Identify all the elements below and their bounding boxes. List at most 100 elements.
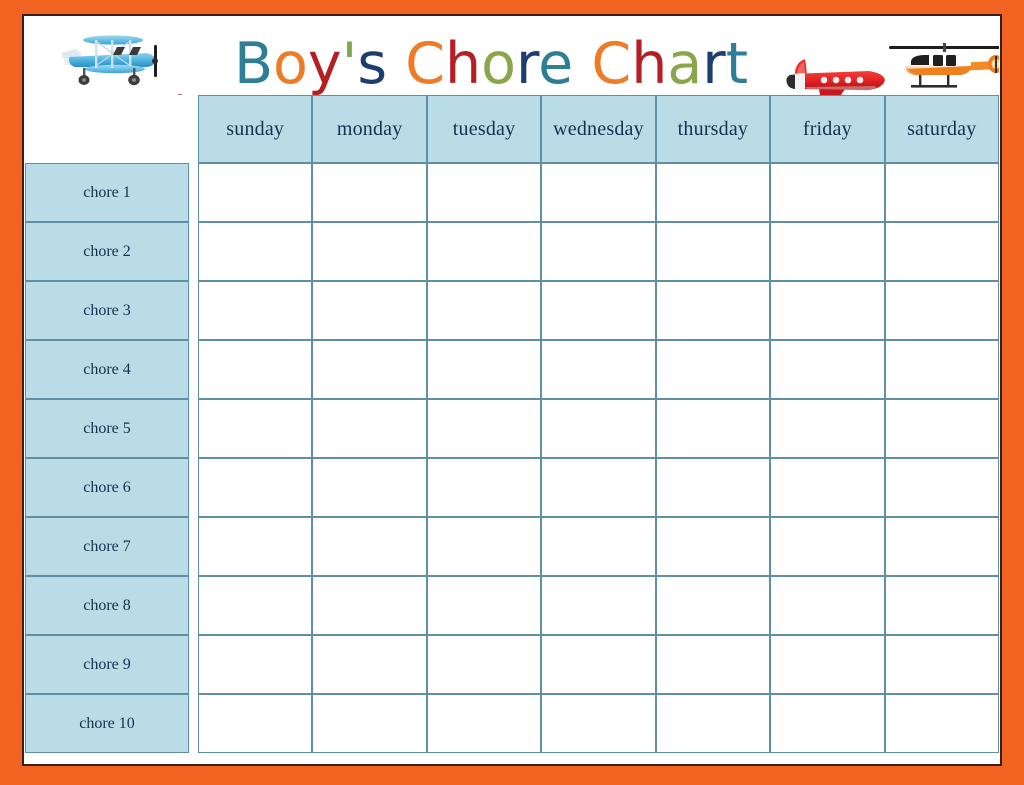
chore-cell-r9-tuesday[interactable] xyxy=(426,635,542,694)
header-gap-spacer xyxy=(189,95,198,163)
chore-cell-r5-sunday[interactable] xyxy=(198,399,313,458)
table-row: chore 1 xyxy=(25,163,999,222)
chore-cell-r4-friday[interactable] xyxy=(770,340,885,399)
title-letter: s xyxy=(357,31,388,97)
table-row: chore 2 xyxy=(25,222,999,281)
chore-cell-r10-saturday[interactable] xyxy=(884,694,999,753)
chore-cell-r7-thursday[interactable] xyxy=(655,517,771,576)
chore-label-8[interactable]: chore 8 xyxy=(25,576,189,635)
row-gap-spacer xyxy=(189,163,198,222)
chore-cell-r9-wednesday[interactable] xyxy=(541,635,656,694)
title-letter: h xyxy=(631,31,668,97)
chore-cell-r3-tuesday[interactable] xyxy=(426,281,542,340)
chore-label-5[interactable]: chore 5 xyxy=(25,399,189,458)
chore-label-9[interactable]: chore 9 xyxy=(25,635,189,694)
chore-cell-r9-saturday[interactable] xyxy=(884,635,999,694)
chore-cell-r3-monday[interactable] xyxy=(312,281,427,340)
helicopter-icon xyxy=(889,43,999,88)
chore-cell-r7-monday[interactable] xyxy=(312,517,427,576)
chore-chart-card: My Chores! Boy's Chore Chart xyxy=(25,17,999,763)
chore-cell-r9-sunday[interactable] xyxy=(198,635,313,694)
row-gap-spacer xyxy=(189,340,198,399)
chore-cell-r10-tuesday[interactable] xyxy=(426,694,542,753)
title-letter: a xyxy=(667,31,703,97)
chore-label-3[interactable]: chore 3 xyxy=(25,281,189,340)
chore-cell-r3-wednesday[interactable] xyxy=(541,281,656,340)
chore-cell-r1-thursday[interactable] xyxy=(655,163,771,222)
chore-cell-r4-wednesday[interactable] xyxy=(541,340,656,399)
chore-cell-r1-saturday[interactable] xyxy=(884,163,999,222)
chore-cell-r6-monday[interactable] xyxy=(312,458,427,517)
chore-cell-r2-wednesday[interactable] xyxy=(541,222,656,281)
chore-label-6[interactable]: chore 6 xyxy=(25,458,189,517)
chore-cell-r4-thursday[interactable] xyxy=(655,340,771,399)
chore-cell-r2-friday[interactable] xyxy=(770,222,885,281)
chore-label-4[interactable]: chore 4 xyxy=(25,340,189,399)
chore-cell-r4-sunday[interactable] xyxy=(198,340,313,399)
chore-cell-r8-saturday[interactable] xyxy=(884,576,999,635)
chore-cell-r8-thursday[interactable] xyxy=(655,576,771,635)
chore-cell-r7-sunday[interactable] xyxy=(198,517,313,576)
table-row: chore 8 xyxy=(25,576,999,635)
biplane-icon xyxy=(61,35,158,86)
chore-cell-r2-thursday[interactable] xyxy=(655,222,771,281)
chore-cell-r7-saturday[interactable] xyxy=(884,517,999,576)
chore-cell-r2-monday[interactable] xyxy=(312,222,427,281)
chore-cell-r5-saturday[interactable] xyxy=(884,399,999,458)
chore-cell-r3-friday[interactable] xyxy=(770,281,885,340)
chore-label-1[interactable]: chore 1 xyxy=(25,163,189,222)
chore-cell-r8-wednesday[interactable] xyxy=(541,576,656,635)
day-header-sunday: sunday xyxy=(198,95,313,163)
chore-cell-r6-friday[interactable] xyxy=(770,458,885,517)
chore-cell-r1-sunday[interactable] xyxy=(198,163,313,222)
chore-label-10[interactable]: chore 10 xyxy=(25,694,189,753)
chore-cell-r2-tuesday[interactable] xyxy=(426,222,542,281)
chore-label-7[interactable]: chore 7 xyxy=(25,517,189,576)
chore-cell-r7-wednesday[interactable] xyxy=(541,517,656,576)
chore-cell-r6-wednesday[interactable] xyxy=(541,458,656,517)
chore-cell-r10-wednesday[interactable] xyxy=(541,694,656,753)
chore-cell-r9-friday[interactable] xyxy=(770,635,885,694)
chore-cell-r8-monday[interactable] xyxy=(312,576,427,635)
chore-cell-r6-thursday[interactable] xyxy=(655,458,771,517)
chore-cell-r8-friday[interactable] xyxy=(770,576,885,635)
chore-cell-r5-tuesday[interactable] xyxy=(426,399,542,458)
row-gap-spacer xyxy=(189,281,198,340)
chore-cell-r10-sunday[interactable] xyxy=(198,694,313,753)
chore-cell-r5-monday[interactable] xyxy=(312,399,427,458)
chore-cell-r9-thursday[interactable] xyxy=(655,635,771,694)
chore-cell-r7-tuesday[interactable] xyxy=(426,517,542,576)
chore-cell-r1-monday[interactable] xyxy=(312,163,427,222)
chore-cell-r1-tuesday[interactable] xyxy=(426,163,542,222)
chore-cell-r10-friday[interactable] xyxy=(770,694,885,753)
chore-cell-r6-sunday[interactable] xyxy=(198,458,313,517)
row-gap-spacer xyxy=(189,458,198,517)
chore-cell-r8-sunday[interactable] xyxy=(198,576,313,635)
chore-cell-r10-thursday[interactable] xyxy=(655,694,771,753)
title-letter: y xyxy=(307,31,342,97)
chore-cell-r2-saturday[interactable] xyxy=(884,222,999,281)
chore-cell-r6-saturday[interactable] xyxy=(884,458,999,517)
chore-cell-r2-sunday[interactable] xyxy=(198,222,313,281)
row-gap-spacer xyxy=(189,399,198,458)
chore-cell-r8-tuesday[interactable] xyxy=(426,576,542,635)
chore-cell-r1-friday[interactable] xyxy=(770,163,885,222)
chore-cell-r6-tuesday[interactable] xyxy=(426,458,542,517)
chore-cell-r3-saturday[interactable] xyxy=(884,281,999,340)
chore-cell-r3-sunday[interactable] xyxy=(198,281,313,340)
chore-cell-r4-saturday[interactable] xyxy=(884,340,999,399)
row-gap-spacer xyxy=(189,694,198,753)
chore-cell-r10-monday[interactable] xyxy=(312,694,427,753)
chore-cell-r5-thursday[interactable] xyxy=(655,399,771,458)
chore-cell-r4-monday[interactable] xyxy=(312,340,427,399)
chore-cell-r7-friday[interactable] xyxy=(770,517,885,576)
chore-cell-r9-monday[interactable] xyxy=(312,635,427,694)
chore-cell-r4-tuesday[interactable] xyxy=(426,340,542,399)
chore-label-2[interactable]: chore 2 xyxy=(25,222,189,281)
title-letter: B xyxy=(233,31,274,97)
table-row: chore 4 xyxy=(25,340,999,399)
chore-cell-r1-wednesday[interactable] xyxy=(541,163,656,222)
chore-cell-r5-friday[interactable] xyxy=(770,399,885,458)
chore-cell-r3-thursday[interactable] xyxy=(655,281,771,340)
chore-cell-r5-wednesday[interactable] xyxy=(541,399,656,458)
